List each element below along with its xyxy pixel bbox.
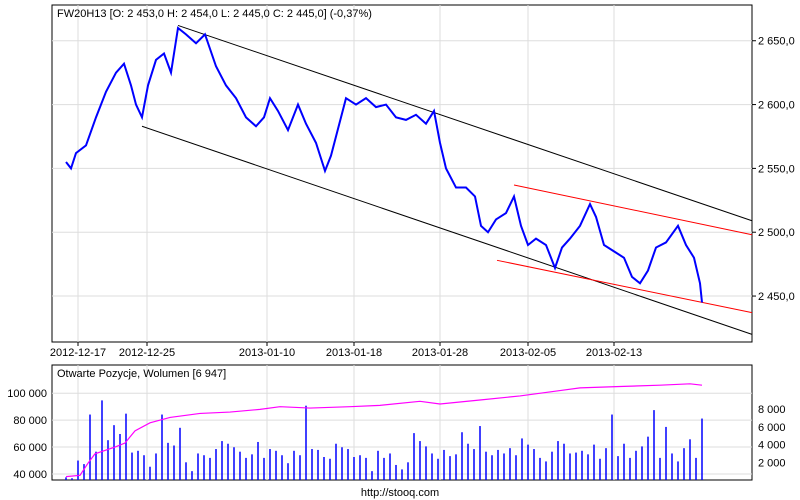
y-tick-label: 2 500,0 [758,227,795,239]
x-tick-label: 2013-02-05 [500,347,556,359]
price-title: FW20H13 [O: 2 453,0 H: 2 454,0 L: 2 445,… [57,8,372,20]
x-tick-label: 2013-01-28 [412,347,468,359]
y-tick-label: 2 600,0 [758,100,795,112]
right-tick-label: 2 000 [758,457,786,469]
right-tick-label: 4 000 [758,440,786,452]
volume-panel-frame [51,364,753,481]
chart-canvas: 2 450,0 2 500,0 2 550,0 2 600,0 2 650,0 2012-… [7,4,795,499]
footer-link[interactable]: http://stooq.com [361,487,439,499]
left-tick-label: 40 000 [13,469,47,481]
x-tick-label: 2013-01-10 [239,347,295,359]
x-tick-label: 2013-02-13 [586,347,642,359]
right-tick-label: 6 000 [758,422,786,434]
x-tick-label: 2012-12-17 [50,347,106,359]
left-tick-label: 100 000 [7,388,47,400]
left-tick-label: 80 000 [13,415,47,427]
left-tick-label: 60 000 [13,442,47,454]
x-tick-label: 2013-01-18 [326,347,382,359]
y-tick-label: 2 650,0 [758,36,795,48]
right-tick-label: 8 000 [758,404,786,416]
volume-title: Otwarte Pozycje, Wolumen [6 947] [57,368,226,380]
y-tick-label: 2 450,0 [758,291,795,303]
x-tick-label: 2012-12-25 [119,347,175,359]
y-tick-label: 2 550,0 [758,163,795,175]
